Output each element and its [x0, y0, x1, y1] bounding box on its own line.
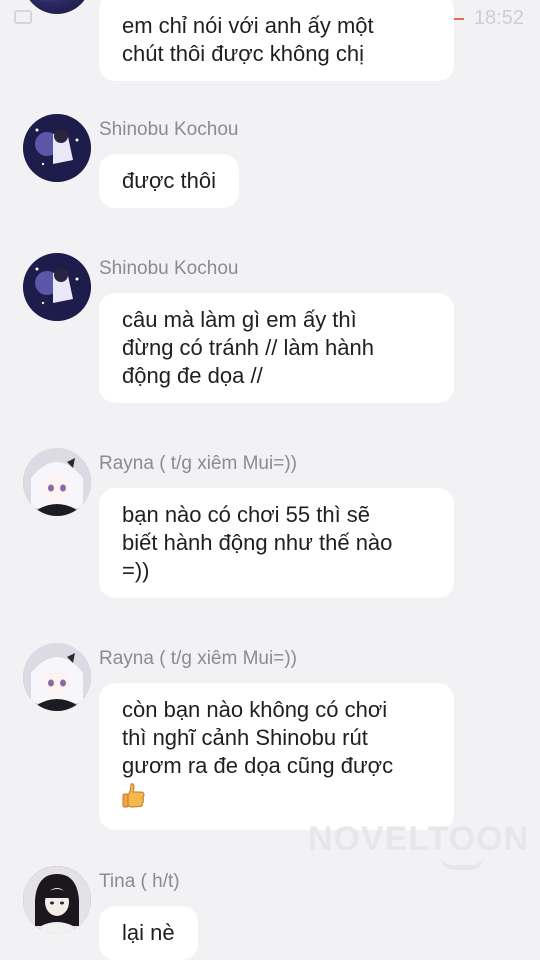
message-bubble[interactable]: câu mà làm gì em ấy thì đừng có tránh //…: [99, 293, 454, 403]
message-bubble[interactable]: bạn nào có chơi 55 thì sẽ biết hành động…: [99, 488, 454, 598]
message-line: câu mà làm gì em ấy thì: [122, 307, 357, 332]
message-bubble[interactable]: được thôi: [99, 154, 239, 208]
avatar-image: [23, 114, 91, 182]
battery-icon: [454, 18, 464, 20]
message-bubble[interactable]: còn bạn nào không có chơi thì nghĩ cảnh …: [99, 683, 454, 830]
message-line: lại nè: [122, 920, 175, 945]
sender-name: Tina ( h/t): [99, 871, 180, 892]
notification-icon: [14, 10, 32, 24]
message-line: gươm ra đe dọa cũng được: [122, 753, 394, 778]
message-line: động đe dọa //: [122, 363, 263, 388]
sender-name: Rayna ( t/g xiêm Mui=)): [99, 648, 297, 669]
message-line: bạn nào có chơi 55 thì sẽ: [122, 502, 371, 527]
sender-name: Shinobu Kochou: [99, 258, 239, 279]
status-bar: 18:52: [0, 0, 540, 36]
watermark-smile: [440, 856, 484, 870]
avatar-image: [23, 253, 91, 321]
message-line: được thôi: [122, 168, 216, 193]
message-line: chút thôi được không chị: [122, 41, 364, 66]
avatar[interactable]: [23, 114, 91, 182]
avatar-image: [23, 643, 91, 711]
message-line: đừng có tránh // làm hành: [122, 335, 374, 360]
avatar[interactable]: [23, 643, 91, 711]
status-time: 18:52: [473, 7, 524, 29]
avatar-image: [23, 866, 91, 934]
avatar-image: [23, 448, 91, 516]
message-line: =)): [122, 558, 150, 583]
avatar[interactable]: [23, 253, 91, 321]
message-line: còn bạn nào không có chơi: [122, 697, 388, 722]
sender-name: Rayna ( t/g xiêm Mui=)): [99, 453, 297, 474]
sender-name: Shinobu Kochou: [99, 119, 239, 140]
avatar[interactable]: [23, 448, 91, 516]
thumbs-up-icon: [122, 782, 431, 817]
watermark: NOVELTOON: [308, 820, 530, 858]
message-line: thì nghĩ cảnh Shinobu rút: [122, 725, 368, 750]
message-line: biết hành động như thế nào: [122, 530, 393, 555]
avatar[interactable]: [23, 866, 91, 934]
message-bubble[interactable]: lại nè: [99, 906, 198, 960]
